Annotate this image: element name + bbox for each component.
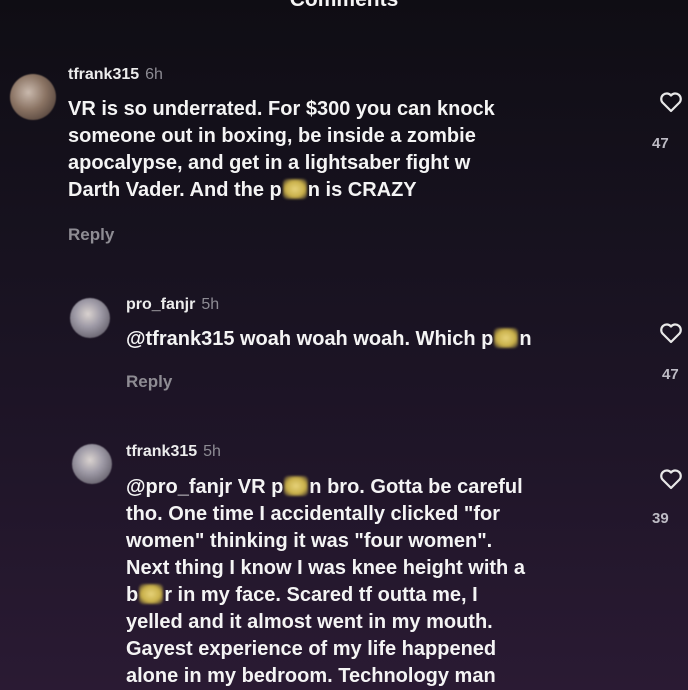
heart-icon[interactable] xyxy=(659,91,683,113)
comment-time: 5h xyxy=(203,443,221,460)
comment-username[interactable]: tfrank315 6h xyxy=(68,66,163,84)
comment-time: 5h xyxy=(201,296,220,313)
reply-button[interactable]: Reply xyxy=(126,372,172,392)
reply-button[interactable]: Reply xyxy=(68,225,114,245)
comment-text-part: VR is so underrated. For $300 you can kn… xyxy=(68,98,495,201)
username-text: pro_fanjr xyxy=(126,296,196,313)
avatar[interactable] xyxy=(70,298,110,338)
comment-text: VR is so underrated. For $300 you can kn… xyxy=(68,96,638,204)
comment-username[interactable]: tfrank315 5h xyxy=(126,443,221,461)
username-text: tfrank315 xyxy=(126,443,198,460)
avatar[interactable] xyxy=(10,74,56,120)
censor-blur xyxy=(139,584,164,604)
comment-text: @pro_fanjr VR pn bro. Gotta be careful t… xyxy=(126,474,646,690)
censor-blur xyxy=(284,476,309,496)
comment-text-part: n is CRAZY xyxy=(307,179,417,201)
comment-text: @tfrank315 woah woah woah. Which p n xyxy=(126,326,636,353)
censor-blur xyxy=(282,179,307,199)
comment-text-part: @tfrank315 woah woah woah. Which p xyxy=(126,328,494,350)
like-count: 47 xyxy=(652,135,669,152)
heart-icon[interactable] xyxy=(659,468,683,490)
comments-header: Comments xyxy=(0,0,688,12)
comment-time: 6h xyxy=(145,66,163,83)
comment-text-part: @pro_fanjr VR p xyxy=(126,476,284,498)
comment-text-part: n xyxy=(519,328,532,350)
username-text: tfrank315 xyxy=(68,66,140,83)
heart-icon[interactable] xyxy=(659,322,683,344)
avatar[interactable] xyxy=(72,444,112,484)
like-count: 39 xyxy=(652,510,669,527)
comment-username[interactable]: pro_fanjr 5h xyxy=(126,296,219,314)
like-count: 47 xyxy=(662,366,679,383)
censor-blur xyxy=(494,328,519,348)
comment-text-part: r in my face. Scared tf outta me, I yell… xyxy=(126,584,497,687)
